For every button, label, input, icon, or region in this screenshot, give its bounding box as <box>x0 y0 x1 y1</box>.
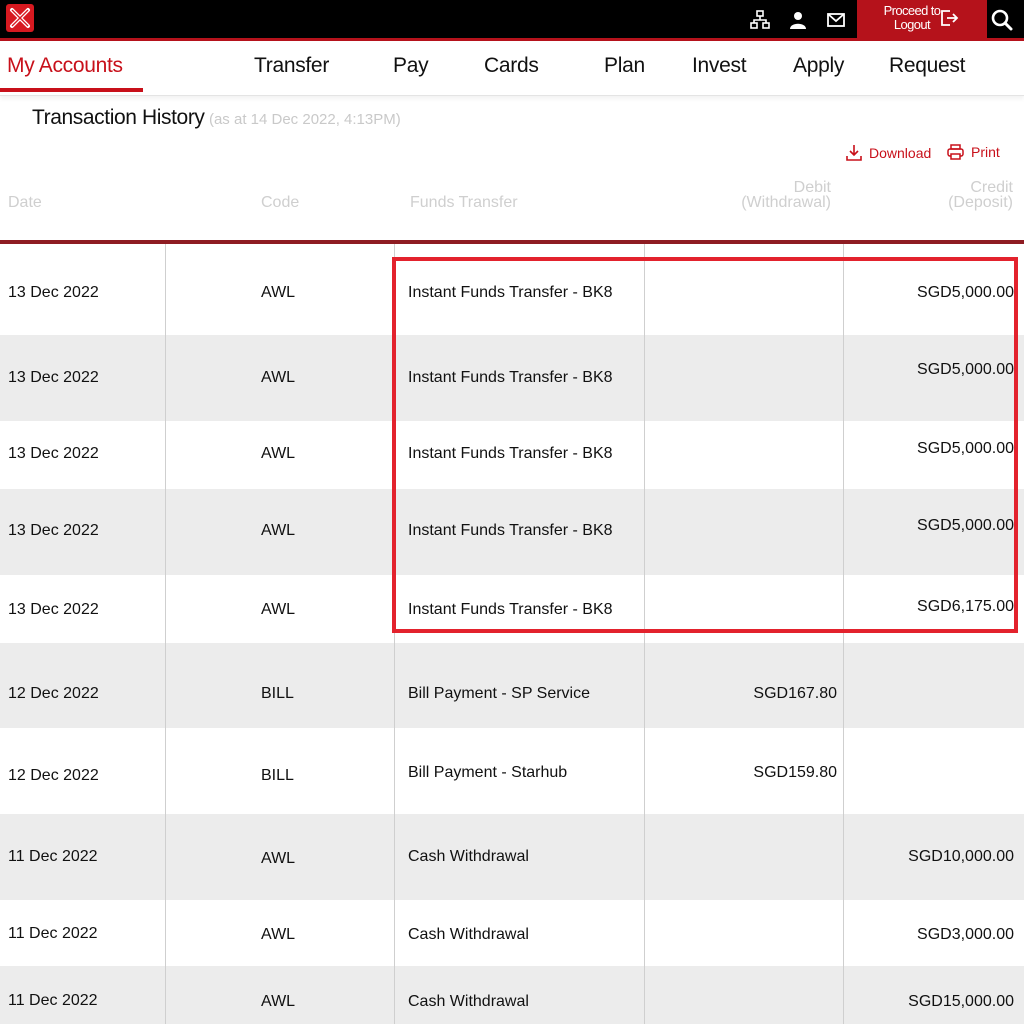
nav-pay[interactable]: Pay <box>393 54 429 78</box>
cell-date: 13 Dec 2022 <box>8 522 99 539</box>
cell-code: AWL <box>261 369 296 386</box>
download-icon <box>846 145 862 161</box>
column-header-credit[interactable]: Credit (Deposit) <box>880 179 1013 211</box>
cell-date: 13 Dec 2022 <box>8 445 99 462</box>
search-icon[interactable] <box>990 8 1014 32</box>
cell-description: Bill Payment - Starhub <box>408 764 568 781</box>
logout-label: Proceed to Logout <box>883 3 941 32</box>
cell-description: Cash Withdrawal <box>408 848 529 865</box>
nav-request[interactable]: Request <box>889 54 965 78</box>
debit-header-line1: Debit <box>793 179 831 196</box>
cell-code: AWL <box>261 850 296 867</box>
cell-code: BILL <box>261 767 294 784</box>
table-row[interactable]: 11 Dec 2022 AWL Cash Withdrawal SGD3,000… <box>0 900 1024 966</box>
nav-apply[interactable]: Apply <box>793 54 844 78</box>
credit-header-line1: Credit <box>970 179 1013 196</box>
nav-cards[interactable]: Cards <box>484 54 539 78</box>
cell-code: AWL <box>261 284 296 301</box>
highlight-box <box>392 257 1018 633</box>
table-row[interactable]: 11 Dec 2022 AWL Cash Withdrawal SGD15,00… <box>0 966 1024 1024</box>
debit-header-line2: (Withdrawal) <box>741 194 831 211</box>
cell-credit: SGD10,000.00 <box>908 848 1014 865</box>
cell-credit: SGD15,000.00 <box>908 993 1014 1010</box>
logo-x-icon <box>10 8 30 28</box>
cell-code: BILL <box>261 685 294 702</box>
main-nav: My Accounts Transfer Pay Cards Plan Inve… <box>0 41 1024 96</box>
page-title-row: Transaction History (as at 14 Dec 2022, … <box>32 106 401 130</box>
download-label: Download <box>869 145 932 161</box>
print-icon <box>947 144 964 160</box>
cell-code: AWL <box>261 522 296 539</box>
top-bar: Proceed to Logout <box>0 0 1024 38</box>
page-subtitle: (as at 14 Dec 2022, 4:13PM) <box>208 111 401 128</box>
cell-description: Cash Withdrawal <box>408 926 529 943</box>
page-title: Transaction History <box>32 106 205 129</box>
cell-debit: SGD167.80 <box>753 685 837 702</box>
cell-date: 11 Dec 2022 <box>8 848 98 865</box>
sitemap-icon[interactable] <box>750 10 770 30</box>
bank-logo[interactable] <box>6 4 34 32</box>
column-header-debit[interactable]: Debit (Withdrawal) <box>700 179 831 211</box>
cell-date: 11 Dec 2022 <box>8 992 98 1009</box>
column-header-date[interactable]: Date <box>8 195 42 211</box>
cell-debit: SGD159.80 <box>753 764 837 781</box>
cell-code: AWL <box>261 993 296 1010</box>
nav-active-indicator <box>0 88 143 92</box>
user-icon[interactable] <box>788 10 808 30</box>
cell-code: AWL <box>261 445 296 462</box>
print-button[interactable]: Print <box>947 144 1000 160</box>
mail-icon[interactable] <box>826 10 846 30</box>
cell-description: Bill Payment - SP Service <box>408 685 590 702</box>
column-header-description[interactable]: Funds Transfer <box>410 195 518 211</box>
table-row[interactable]: 12 Dec 2022 BILL Bill Payment - Starhub … <box>0 728 1024 814</box>
nav-my-accounts[interactable]: My Accounts <box>7 54 123 78</box>
cell-code: AWL <box>261 601 296 618</box>
column-header-code[interactable]: Code <box>261 195 299 211</box>
nav-plan[interactable]: Plan <box>604 54 645 78</box>
cell-date: 13 Dec 2022 <box>8 284 99 301</box>
credit-header-line2: (Deposit) <box>948 194 1013 211</box>
nav-invest[interactable]: Invest <box>692 54 747 78</box>
download-button[interactable]: Download <box>846 144 931 162</box>
table-row[interactable]: 11 Dec 2022 AWL Cash Withdrawal SGD10,00… <box>0 814 1024 900</box>
cell-date: 13 Dec 2022 <box>8 601 99 618</box>
cell-description: Cash Withdrawal <box>408 993 529 1010</box>
cell-date: 13 Dec 2022 <box>8 369 99 386</box>
logout-button[interactable]: Proceed to Logout <box>857 0 987 38</box>
cell-credit: SGD3,000.00 <box>917 926 1014 943</box>
print-label: Print <box>971 144 1000 160</box>
logout-icon <box>941 10 959 26</box>
cell-code: AWL <box>261 926 296 943</box>
column-divider <box>165 244 166 1024</box>
nav-transfer[interactable]: Transfer <box>254 54 329 78</box>
cell-date: 11 Dec 2022 <box>8 925 98 942</box>
cell-date: 12 Dec 2022 <box>8 767 99 784</box>
table-row[interactable]: 12 Dec 2022 BILL Bill Payment - SP Servi… <box>0 643 1024 728</box>
cell-date: 12 Dec 2022 <box>8 685 99 702</box>
